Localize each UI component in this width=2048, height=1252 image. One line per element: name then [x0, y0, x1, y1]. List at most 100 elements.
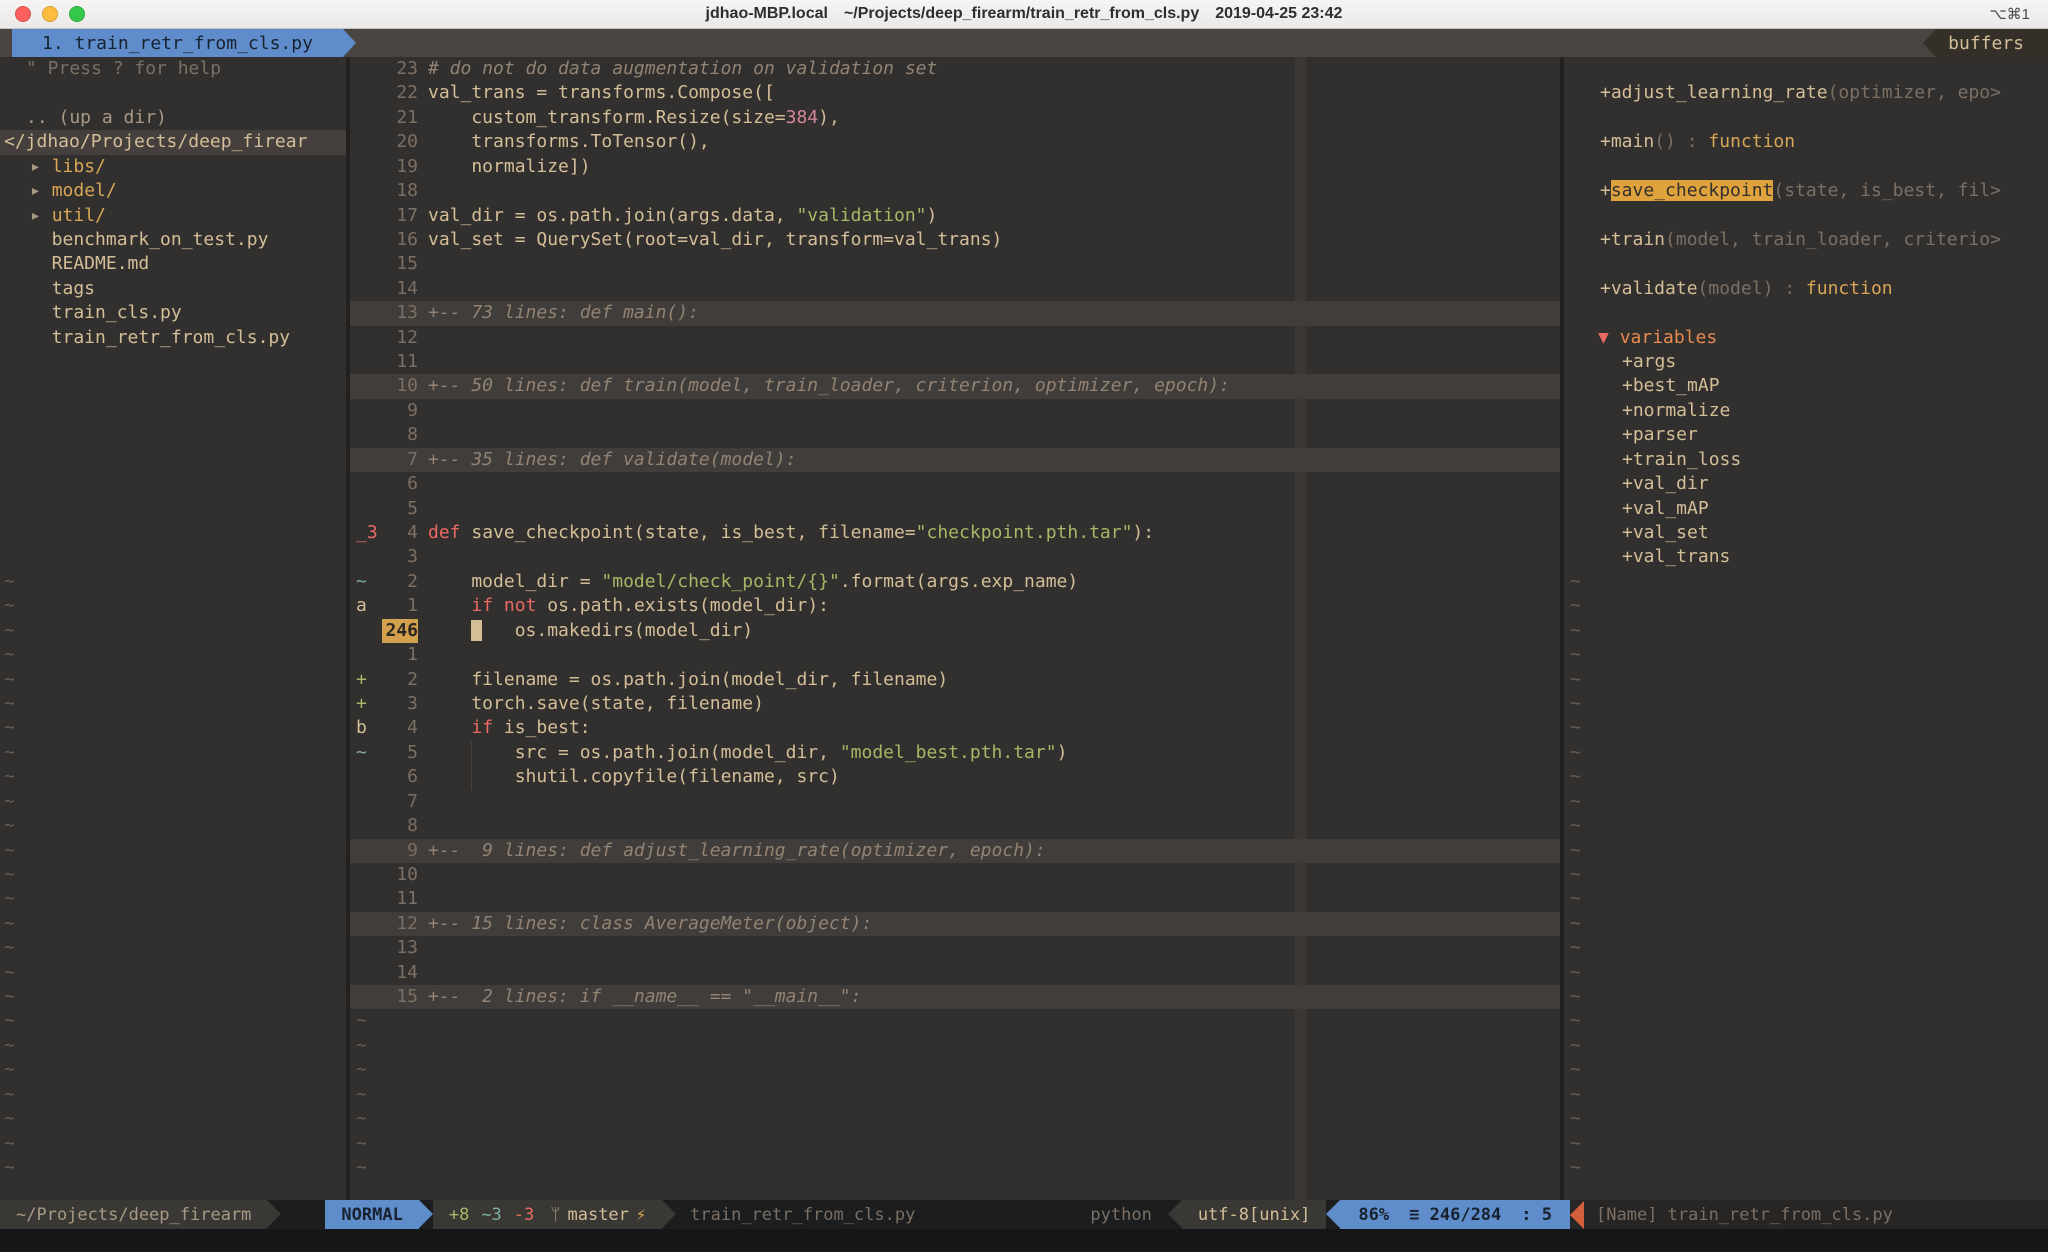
folded-code-line[interactable]: 9+-- 9 lines: def adjust_learning_rate(o… — [350, 839, 1560, 863]
filler-tilde: ~ — [0, 1009, 346, 1033]
window-title-time: 2019-04-25 23:42 — [1215, 5, 1342, 23]
folded-code-line[interactable]: 7+-- 35 lines: def validate(model): — [350, 448, 1560, 472]
tag-item[interactable]: +parser — [1564, 423, 2048, 447]
vertical-split-separator[interactable] — [346, 57, 350, 1200]
tag-item[interactable]: +val_dir — [1564, 472, 2048, 496]
vertical-split-separator[interactable] — [1560, 57, 1564, 1200]
tag-item[interactable]: +adjust_learning_rate(optimizer, epo> — [1564, 81, 2048, 105]
code-line[interactable]: 3 — [350, 545, 1560, 569]
code-line[interactable]: a1 if not os.path.exists(model_dir): — [350, 594, 1560, 618]
code-text: +-- 15 lines: class AverageMeter(object)… — [418, 912, 1560, 936]
code-line[interactable]: 5 — [350, 497, 1560, 521]
token: ▼ — [1598, 327, 1620, 348]
token: +-- 35 lines: def validate(model): — [428, 449, 796, 470]
folded-code-line[interactable]: 15+-- 2 lines: if __name__ == "__main__"… — [350, 985, 1560, 1009]
tag-item[interactable]: +val_mAP — [1564, 497, 2048, 521]
tag-item[interactable]: +validate(model) : function — [1564, 277, 2048, 301]
code-line[interactable]: 22val_trans = transforms.Compose([ — [350, 81, 1560, 105]
token: ▸ — [30, 156, 52, 177]
code-text — [418, 790, 1560, 814]
tree-item[interactable]: benchmark_on_test.py — [0, 228, 346, 252]
blank-line: ~ — [350, 1132, 1560, 1156]
tag-item[interactable]: +save_checkpoint(state, is_best, fil> — [1564, 179, 2048, 203]
token: # do not do data augmentation on validat… — [428, 58, 937, 79]
code-line[interactable]: 15 — [350, 252, 1560, 276]
tagbar-pane[interactable]: +adjust_learning_rate(optimizer, epo> +ma… — [1564, 57, 2048, 1200]
code-line[interactable]: 19 normalize]) — [350, 155, 1560, 179]
code-line[interactable]: 11 — [350, 350, 1560, 374]
window-title-path: ~/Projects/deep_firearm/train_retr_from_… — [844, 5, 1199, 23]
editor-pane[interactable]: 23# do not do data augmentation on valid… — [350, 57, 1560, 1200]
tag-item[interactable]: +normalize — [1564, 399, 2048, 423]
code-line[interactable]: _34def save_checkpoint(state, is_best, f… — [350, 521, 1560, 545]
code-line[interactable]: 6 shutil.copyfile(filename, src) — [350, 765, 1560, 789]
code-line[interactable]: 6 — [350, 472, 1560, 496]
code-line[interactable]: 14 — [350, 277, 1560, 301]
tree-item[interactable]: ▸ model/ — [0, 179, 346, 203]
code-line[interactable]: 20 transforms.ToTensor(), — [350, 130, 1560, 154]
filler-tilde: ~ — [0, 1156, 346, 1180]
code-line[interactable]: 18 — [350, 179, 1560, 203]
vim-command-line[interactable] — [0, 1229, 2048, 1252]
zoom-button[interactable] — [69, 6, 85, 22]
buffers-label-segment[interactable]: buffers — [1936, 29, 2048, 57]
statusbar-cwd-segment: ~/Projects/deep_firearm — [0, 1200, 267, 1229]
token — [471, 620, 482, 641]
filler-tilde: ~ — [0, 1034, 346, 1058]
code-line[interactable]: 10 — [350, 863, 1560, 887]
code-line[interactable]: 13 — [350, 936, 1560, 960]
code-line[interactable]: 11 — [350, 887, 1560, 911]
code-line[interactable]: 246 os.makedirs(model_dir) — [350, 619, 1560, 643]
folded-code-line[interactable]: 12+-- 15 lines: class AverageMeter(objec… — [350, 912, 1560, 936]
token: val_set = QuerySet(root=val_dir, transfo… — [428, 229, 1002, 250]
folded-code-line[interactable]: 10+-- 50 lines: def train(model, train_l… — [350, 374, 1560, 398]
code-line[interactable]: ~2 model_dir = "model/check_point/{}".fo… — [350, 570, 1560, 594]
code-line[interactable]: ~5 src = os.path.join(model_dir, "model_… — [350, 741, 1560, 765]
tree-item[interactable]: ▸ libs/ — [0, 155, 346, 179]
tag-item[interactable]: +train(model, train_loader, criterio> — [1564, 228, 2048, 252]
filler-tilde: ~ — [0, 619, 346, 643]
folded-code-line[interactable]: 13+-- 73 lines: def main(): — [350, 301, 1560, 325]
code-line[interactable]: 8 — [350, 423, 1560, 447]
tab-active[interactable]: 1. train_retr_from_cls.py — [12, 29, 343, 57]
code-line[interactable]: 1 — [350, 643, 1560, 667]
line-number: 21 — [382, 106, 418, 130]
line-number: 5 — [382, 497, 418, 521]
gutter-sign — [350, 57, 382, 81]
tree-item[interactable]: ▸ util/ — [0, 204, 346, 228]
line-number: 13 — [382, 936, 418, 960]
code-line[interactable]: b4 if is_best: — [350, 716, 1560, 740]
tree-item[interactable]: train_cls.py — [0, 301, 346, 325]
code-line[interactable]: 14 — [350, 961, 1560, 985]
code-line[interactable]: 17val_dir = os.path.join(args.data, "val… — [350, 204, 1560, 228]
tag-item[interactable]: +train_loss — [1564, 448, 2048, 472]
tag-item[interactable]: ▼ variables — [1564, 326, 2048, 350]
code-line[interactable]: +2 filename = os.path.join(model_dir, fi… — [350, 668, 1560, 692]
code-line[interactable]: 9 — [350, 399, 1560, 423]
gutter-sign — [350, 81, 382, 105]
code-line[interactable]: 7 — [350, 790, 1560, 814]
tree-item[interactable]: train_retr_from_cls.py — [0, 326, 346, 350]
tree-item[interactable]: .. (up a dir) — [0, 106, 346, 130]
code-line[interactable]: 16val_set = QuerySet(root=val_dir, trans… — [350, 228, 1560, 252]
token: +best_mAP — [1622, 375, 1720, 396]
code-line[interactable]: 23# do not do data augmentation on valid… — [350, 57, 1560, 81]
tree-item[interactable]: </jdhao/Projects/deep_firear — [0, 130, 346, 154]
minimize-button[interactable] — [42, 6, 58, 22]
tag-item[interactable]: +args — [1564, 350, 2048, 374]
tag-item[interactable]: +main() : function — [1564, 130, 2048, 154]
tag-item[interactable]: +val_trans — [1564, 545, 2048, 569]
close-button[interactable] — [15, 6, 31, 22]
code-line[interactable]: 8 — [350, 814, 1560, 838]
code-line[interactable]: 12 — [350, 326, 1560, 350]
tree-item[interactable]: README.md — [0, 252, 346, 276]
git-branch-icon: ᛘ — [550, 1205, 560, 1225]
tree-item[interactable]: " Press ? for help — [0, 57, 346, 81]
tree-item[interactable]: tags — [0, 277, 346, 301]
code-line[interactable]: 21 custom_transform.Resize(size=384), — [350, 106, 1560, 130]
code-line[interactable]: +3 torch.save(state, filename) — [350, 692, 1560, 716]
tag-item[interactable]: +val_set — [1564, 521, 2048, 545]
filler-tilde: ~ — [1564, 936, 2048, 960]
tag-item[interactable]: +best_mAP — [1564, 374, 2048, 398]
nerdtree-pane[interactable]: " Press ? for help .. (up a dir)</jdhao/P… — [0, 57, 346, 1200]
